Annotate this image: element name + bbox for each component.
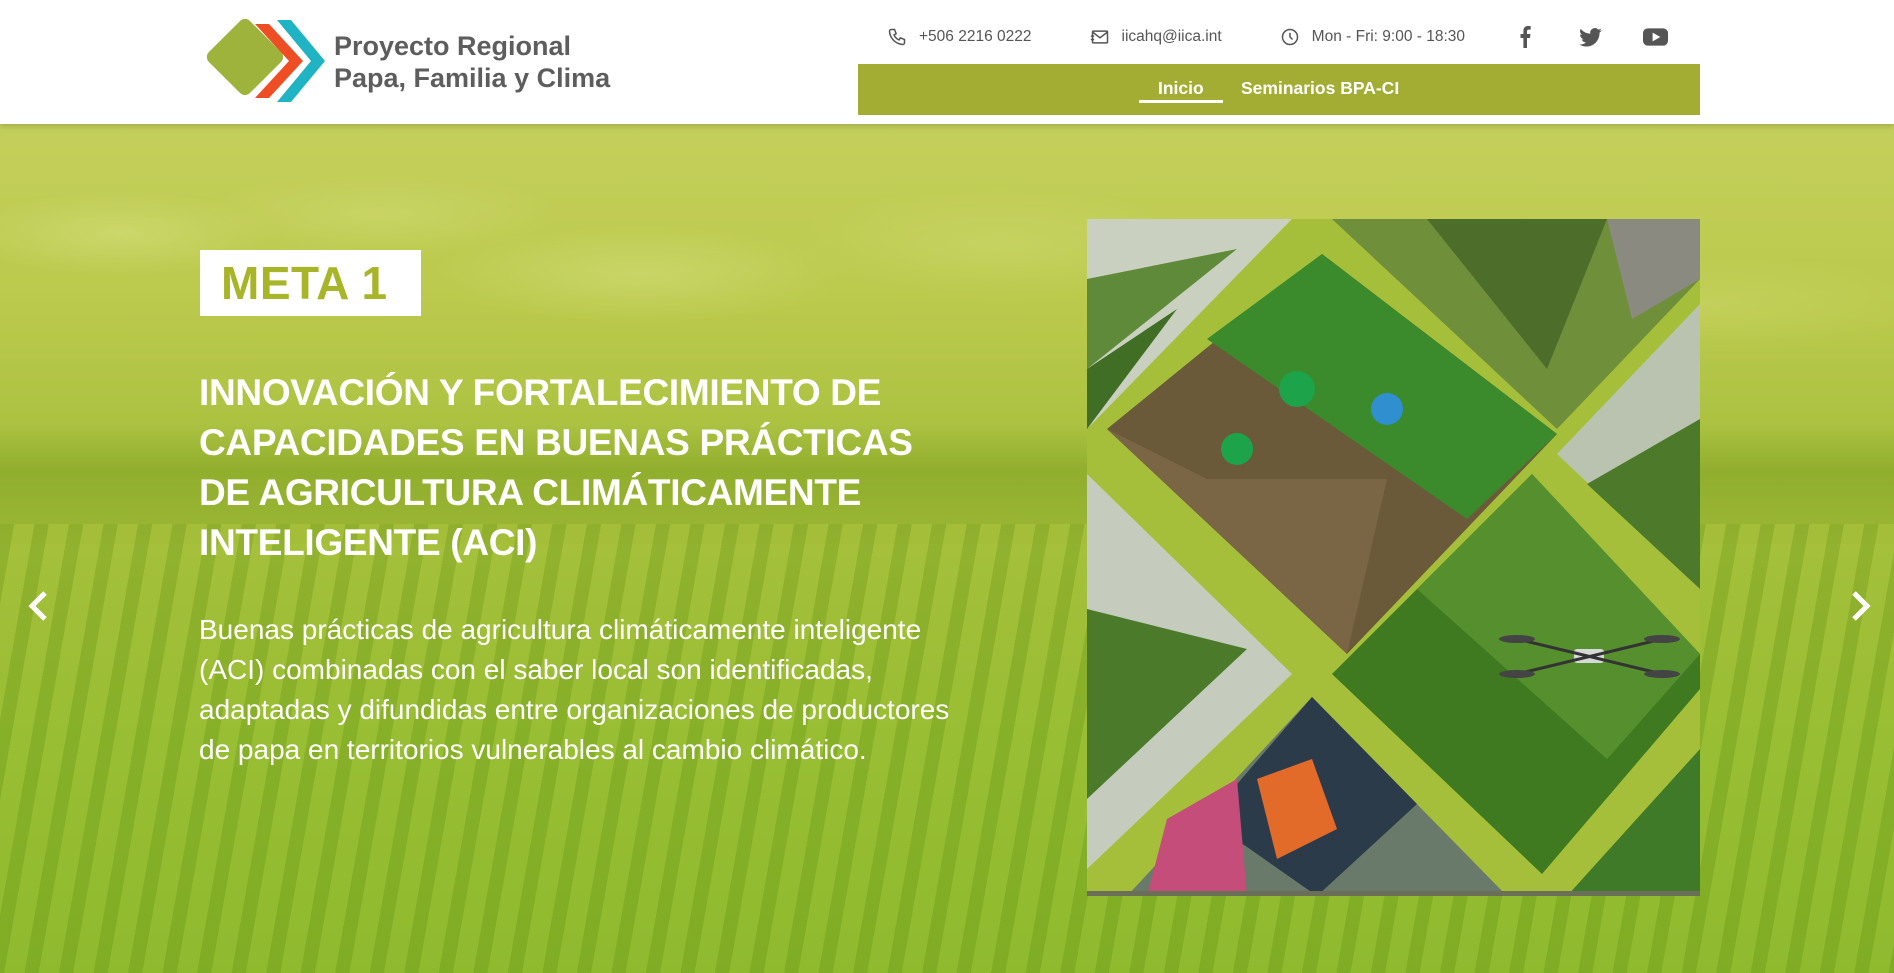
hours-info: Mon - Fri: 9:00 - 18:30 — [1280, 27, 1465, 47]
twitter-icon — [1578, 27, 1602, 47]
nav-item-inicio[interactable]: Inicio — [1158, 64, 1204, 115]
facebook-icon — [1520, 26, 1531, 48]
hours-text: Mon - Fri: 9:00 - 18:30 — [1311, 28, 1466, 45]
facebook-link[interactable] — [1510, 22, 1540, 52]
phone-text: +506 2216 0222 — [919, 28, 1032, 45]
goal-badge-text: META 1 — [221, 257, 388, 309]
chevron-right-icon — [1852, 591, 1871, 621]
site-title: Proyecto Regional Papa, Familia y Clima — [334, 30, 610, 94]
mail-icon — [1090, 30, 1108, 44]
slider-next-button[interactable] — [1841, 586, 1881, 626]
goal-badge: META 1 — [200, 250, 421, 316]
chevron-left-icon — [28, 591, 47, 621]
phone-contact[interactable]: +506 2216 0222 — [887, 27, 1032, 47]
contact-bar: +506 2216 0222 iicahq@iica.int Mon - Fri… — [887, 22, 1523, 52]
youtube-icon — [1642, 28, 1668, 46]
site-header: Proyecto Regional Papa, Familia y Clima … — [0, 0, 1894, 124]
email-contact[interactable]: iicahq@iica.int — [1090, 28, 1222, 46]
site-logo[interactable]: Proyecto Regional Papa, Familia y Clima — [205, 18, 625, 104]
hero-title: INNOVACIÓN Y FORTALECIMIENTO DE CAPACIDA… — [199, 372, 913, 563]
site-title-line2: Papa, Familia y Clima — [334, 63, 611, 93]
main-navbar: Inicio Seminarios BPA-CI — [858, 64, 1700, 115]
logo-mark-icon — [206, 18, 325, 102]
nav-active-indicator — [1139, 100, 1223, 103]
nav-item-seminarios[interactable]: Seminarios BPA-CI — [1241, 64, 1399, 115]
twitter-link[interactable] — [1575, 22, 1605, 52]
hero-slider: META 1 INNOVACIÓN Y FORTALECIMIENTO DE C… — [0, 124, 1894, 973]
social-links — [1510, 22, 1705, 52]
phone-icon — [888, 28, 906, 46]
hero-description: Buenas prácticas de agricultura climátic… — [199, 614, 950, 765]
email-text: iicahq@iica.int — [1121, 28, 1222, 45]
clock-icon — [1281, 28, 1298, 46]
youtube-link[interactable] — [1640, 22, 1670, 52]
collage-image — [1087, 219, 1700, 896]
hero-photo-collage — [1087, 219, 1700, 896]
site-title-line1: Proyecto Regional — [334, 31, 572, 61]
slider-prev-button[interactable] — [18, 586, 58, 626]
